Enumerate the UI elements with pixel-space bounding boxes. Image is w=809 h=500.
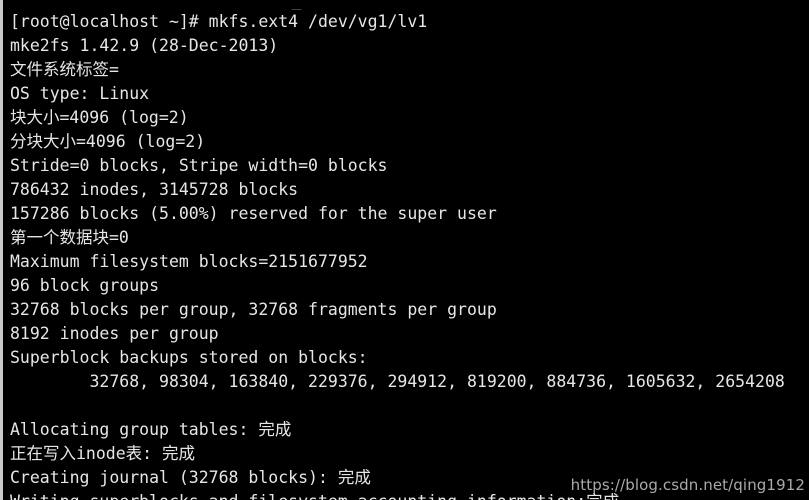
terminal-prompt-line[interactable]: [root@localhost ~]# mkfs.ext4 /dev/vg1/l… bbox=[10, 10, 809, 34]
output-line-fragment-size: 分块大小=4096 (log=2) bbox=[10, 132, 206, 151]
output-line-stride-stripe: Stride=0 blocks, Stripe width=0 blocks bbox=[10, 156, 388, 175]
output-line-superblock-backups-values: 32768, 98304, 163840, 229376, 294912, 81… bbox=[10, 372, 785, 391]
output-line-blocks-per-group: 32768 blocks per group, 32768 fragments … bbox=[10, 300, 497, 319]
output-line-filesystem-label: 文件系统标签= bbox=[10, 60, 119, 79]
scrollback-segment-symlink-target: ../dm-2 bbox=[563, 8, 633, 10]
output-line-block-groups: 96 block groups bbox=[10, 276, 160, 295]
terminal-screen[interactable]: lrwxrwxrwx. 1 root root 7 12月 2 20:43 /d… bbox=[3, 0, 809, 500]
terminal-scrollback-clipped-line: lrwxrwxrwx. 1 root root 7 12月 2 20:43 /d… bbox=[10, 0, 809, 10]
output-line-creating-journal: Creating journal (32768 blocks): 完成 bbox=[10, 468, 371, 487]
scrollback-segment-arrow: -> bbox=[523, 8, 563, 10]
scrollback-segment-perms: lrwxrwxrwx. 1 root root 7 12月 2 20:43 bbox=[10, 8, 404, 10]
output-line-inodes-blocks: 786432 inodes, 3145728 blocks bbox=[10, 180, 299, 199]
output-line-mke2fs-version: mke2fs 1.42.9 (28-Dec-2013) bbox=[10, 36, 279, 55]
output-line-os-type: OS type: Linux bbox=[10, 84, 150, 103]
scrollback-segment-symlink-path: /dev/vg1/lv1 bbox=[404, 8, 523, 10]
output-line-superblock-backups-header: Superblock backups stored on blocks: bbox=[10, 348, 368, 367]
output-line-writing-superblocks: Writing superblocks and filesystem accou… bbox=[10, 490, 809, 500]
output-line-inodes-per-group: 8192 inodes per group bbox=[10, 324, 219, 343]
output-line-first-data-block: 第一个数据块=0 bbox=[10, 228, 129, 247]
output-line-reserved-blocks: 157286 blocks (5.00%) reserved for the s… bbox=[10, 204, 497, 223]
output-line-writing-inode-tables: 正在写入inode表: 完成 bbox=[10, 444, 196, 463]
output-line-max-filesystem-blocks: Maximum filesystem blocks=2151677952 bbox=[10, 252, 368, 271]
output-line-blank bbox=[10, 394, 809, 418]
output-line-allocating-group-tables: Allocating group tables: 完成 bbox=[10, 420, 292, 439]
terminal-window[interactable]: lrwxrwxrwx. 1 root root 7 12月 2 20:43 /d… bbox=[0, 0, 809, 500]
scrollback-line-inner: lrwxrwxrwx. 1 root root 7 12月 2 20:43 /d… bbox=[10, 6, 809, 10]
output-line-block-size: 块大小=4096 (log=2) bbox=[10, 108, 189, 127]
